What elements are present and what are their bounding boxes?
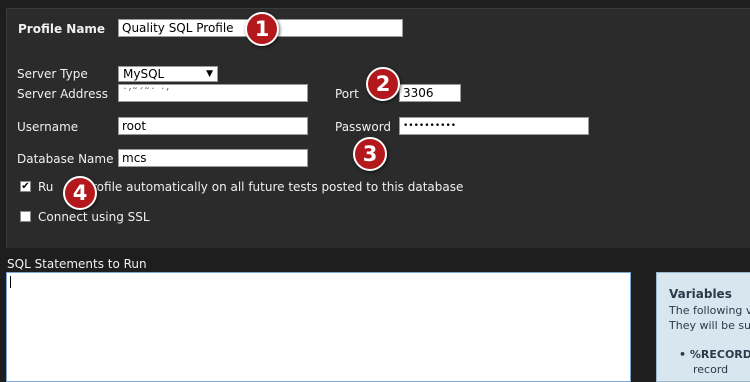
annotation-badge-4: 4 <box>63 176 97 210</box>
text-caret <box>10 276 11 288</box>
server-address-label: Server Address <box>17 87 108 101</box>
password-input[interactable]: •••••••••• <box>399 117 589 135</box>
annotation-badge-3: 3 <box>353 137 387 171</box>
sql-statements-label: SQL Statements to Run <box>7 257 147 271</box>
server-address-input[interactable]: ˙’˜´˜˙ ˙’ <box>118 84 308 102</box>
username-label: Username <box>17 120 79 134</box>
database-name-label: Database Name <box>17 152 114 166</box>
port-label: Port <box>335 87 359 101</box>
chevron-down-icon: ▼ <box>206 69 213 79</box>
annotation-badge-1: 1 <box>245 12 279 46</box>
run-automatically-label: rofile automatically on all future tests… <box>92 180 464 194</box>
variables-bullet-record: • %RECORD <box>679 348 750 361</box>
variables-desc-line-1: The following v <box>669 304 750 317</box>
server-type-select[interactable]: MySQL ▼ <box>118 66 218 82</box>
port-input[interactable]: 3306 <box>399 84 461 102</box>
variables-info-box: Variables The following v They will be s… <box>656 272 750 382</box>
checkmark-icon: ✔ <box>21 181 30 192</box>
ssl-label: Connect using SSL <box>38 210 150 224</box>
password-label: Password <box>335 120 392 134</box>
ssl-checkbox[interactable] <box>20 211 31 222</box>
server-type-label: Server Type <box>17 67 88 81</box>
profile-name-label: Profile Name <box>18 22 106 36</box>
variables-bullet-continuation: record <box>693 363 729 376</box>
annotation-badge-2: 2 <box>366 67 400 101</box>
variables-record-token: %RECORD <box>689 348 750 361</box>
sql-statements-textarea[interactable] <box>6 272 631 382</box>
variables-title: Variables <box>669 287 732 301</box>
run-automatically-checkbox[interactable]: ✔ <box>20 181 31 192</box>
variables-desc-line-2: They will be su <box>669 319 750 332</box>
database-name-input[interactable]: mcs <box>118 149 308 167</box>
run-automatically-label-start: Ru <box>38 180 54 194</box>
username-input[interactable]: root <box>118 117 308 135</box>
server-type-value: MySQL <box>123 67 165 81</box>
